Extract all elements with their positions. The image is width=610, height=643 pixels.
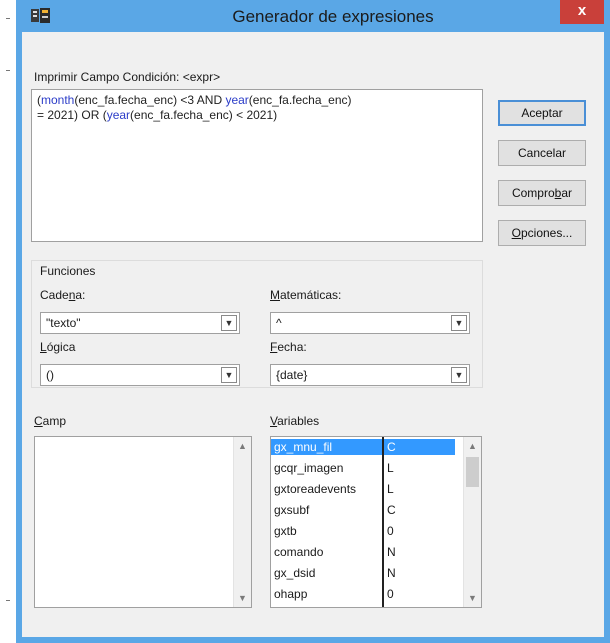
fecha-label-post: echa: <box>277 340 307 354</box>
campo-label-accel: C <box>34 414 43 428</box>
variable-name: ohapp <box>274 587 308 601</box>
cadena-select-value: "texto" <box>46 316 81 330</box>
logica-label-accel: L <box>40 340 47 354</box>
scroll-thumb[interactable] <box>466 457 479 487</box>
cadena-select[interactable]: "texto" ▼ <box>40 312 240 334</box>
matematicas-label-accel: M <box>270 288 280 302</box>
variable-name: gxtoreadevents <box>274 482 357 496</box>
variable-type: 0 <box>387 587 394 601</box>
expression-keyword: month <box>41 93 75 107</box>
expression-builder-dialog: Generador de expresiones x Imprimir Camp… <box>16 0 610 643</box>
variable-type: 0 <box>387 524 394 538</box>
matematicas-select-value: ^ <box>276 316 282 330</box>
options-button[interactable]: Opciones... <box>498 220 586 246</box>
expression-text: (enc_fa.fecha_enc) <box>248 93 352 107</box>
variables-label-post: ariables <box>277 414 320 428</box>
variable-type: L <box>387 461 394 475</box>
campo-listbox[interactable]: ▲ ▼ <box>34 436 252 608</box>
list-item[interactable]: gxtoreadevents L <box>271 481 455 497</box>
variable-type: N <box>387 566 396 580</box>
chevron-down-icon[interactable]: ▼ <box>451 367 467 383</box>
title-bar[interactable]: Generador de expresiones x <box>16 0 610 32</box>
chevron-down-icon[interactable]: ▼ <box>221 315 237 331</box>
fecha-select-value: {date} <box>276 368 308 382</box>
dialog-body: Imprimir Campo Condición: <expr> (month(… <box>22 32 604 637</box>
list-item[interactable]: gx_mnu_fil C <box>271 439 455 455</box>
chevron-down-icon[interactable]: ▼ <box>451 315 467 331</box>
scroll-up-arrow-icon[interactable]: ▲ <box>234 437 251 455</box>
variable-name: comando <box>274 545 324 559</box>
matematicas-select[interactable]: ^ ▼ <box>270 312 470 334</box>
variable-name: gx_dsid <box>274 566 316 580</box>
variable-type: C <box>387 440 396 454</box>
scroll-down-arrow-icon[interactable]: ▼ <box>464 589 481 607</box>
list-item[interactable]: gcqr_imagen L <box>271 460 455 476</box>
expression-keyword: year <box>225 93 249 107</box>
variables-listbox[interactable]: gx_mnu_fil Cgcqr_imagen Lgxtoreadevents Lgx… <box>270 436 482 608</box>
logica-label: Lógica <box>40 340 75 354</box>
close-icon: x <box>577 2 587 19</box>
options-button-label: pciones... <box>520 226 573 240</box>
expression-line-2: = 2021) OR (year(enc_fa.fecha_enc) < 202… <box>37 108 477 123</box>
background-edge <box>0 0 16 643</box>
logica-label-post: ógica <box>46 340 76 354</box>
variable-name: gxtb <box>274 524 297 538</box>
variables-column-divider <box>382 437 384 607</box>
options-button-accel: O <box>511 226 521 240</box>
scroll-down-arrow-icon[interactable]: ▼ <box>234 589 251 607</box>
expression-text: = 2021) OR ( <box>37 108 107 122</box>
variable-type: N <box>387 545 396 559</box>
functions-group-label: Funciones <box>40 264 96 278</box>
matematicas-label: Matemáticas: <box>270 288 341 302</box>
campo-label: Camp <box>34 414 66 428</box>
logica-select-value: () <box>46 368 54 382</box>
chevron-down-icon[interactable]: ▼ <box>221 367 237 383</box>
variable-name: gcqr_imagen <box>274 461 344 475</box>
expression-label: Imprimir Campo Condición: <expr> <box>34 70 221 84</box>
expression-keyword: year <box>106 108 131 122</box>
scroll-up-arrow-icon[interactable]: ▲ <box>464 437 481 455</box>
variable-type: L <box>387 482 394 496</box>
cancel-button[interactable]: Cancelar <box>498 140 586 166</box>
list-item[interactable]: comando N <box>271 544 455 560</box>
variables-label: Variables <box>270 414 319 428</box>
logica-select[interactable]: () ▼ <box>40 364 240 386</box>
expression-line-1: (month(enc_fa.fecha_enc) <3 AND year(enc… <box>37 93 477 108</box>
accept-button[interactable]: Aceptar <box>498 100 586 126</box>
list-item[interactable]: gx_dsid N <box>271 565 455 581</box>
cadena-label-pre: Cade <box>40 288 69 302</box>
cadena-label: Cadena: <box>40 288 85 302</box>
check-button-label-pre: Compro <box>511 186 555 200</box>
fecha-select[interactable]: {date} ▼ <box>270 364 470 386</box>
check-button[interactable]: Comprobar <box>498 180 586 206</box>
expression-editor[interactable]: (month(enc_fa.fecha_enc) <3 AND year(enc… <box>31 89 483 242</box>
variable-type: C <box>387 503 396 517</box>
list-item[interactable]: gxsubf C <box>271 502 455 518</box>
cadena-label-post: a: <box>75 288 86 302</box>
variables-scrollbar[interactable]: ▲ ▼ <box>463 437 481 607</box>
fecha-label: Fecha: <box>270 340 307 354</box>
campo-scrollbar[interactable]: ▲ ▼ <box>233 437 251 607</box>
list-item[interactable]: gxtb 0 <box>271 523 455 539</box>
campo-label-post: amp <box>42 414 67 428</box>
expression-text: (enc_fa.fecha_enc) < 2021) <box>130 108 278 122</box>
expression-text: (enc_fa.fecha_enc) <3 AND <box>74 93 226 107</box>
variable-name: gx_mnu_fil <box>274 440 333 454</box>
matematicas-label-post: atemáticas: <box>280 288 342 302</box>
check-button-label-post: ar <box>561 186 573 200</box>
list-item[interactable]: ohapp 0 <box>271 586 455 602</box>
window-title: Generador de expresiones <box>232 7 434 26</box>
variable-name: gxsubf <box>274 503 310 517</box>
close-button[interactable]: x <box>560 0 604 24</box>
